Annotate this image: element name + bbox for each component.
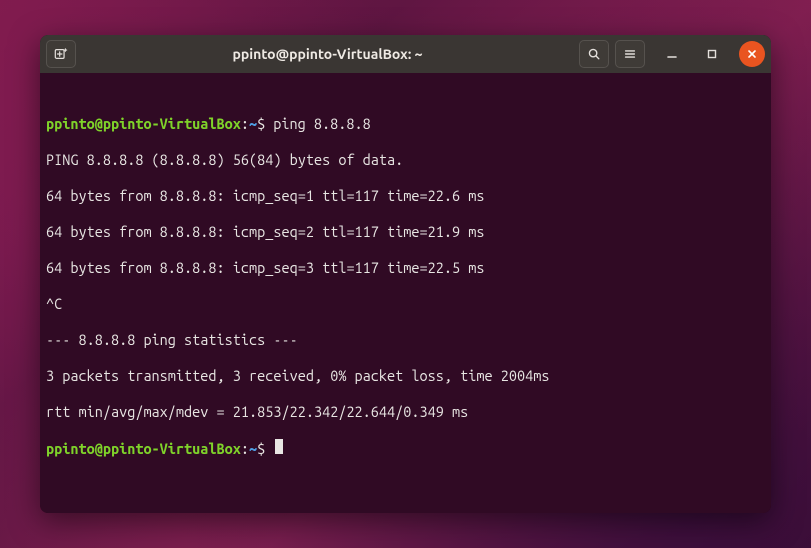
new-tab-button[interactable] [46, 40, 76, 68]
hamburger-icon [623, 47, 637, 61]
prompt-cwd: ~ [249, 115, 257, 133]
output-line: 64 bytes from 8.8.8.8: icmp_seq=2 ttl=11… [46, 223, 765, 241]
close-button[interactable] [739, 41, 765, 67]
output-line: 64 bytes from 8.8.8.8: icmp_seq=3 ttl=11… [46, 259, 765, 277]
titlebar: ppinto@ppinto-VirtualBox: ~ [40, 35, 771, 73]
prompt-cwd: ~ [249, 440, 257, 458]
prompt-line-2: ppinto@ppinto-VirtualBox:~$ [46, 439, 765, 458]
search-icon [587, 47, 601, 61]
prompt-sep: : [241, 115, 249, 133]
prompt-line-1: ppinto@ppinto-VirtualBox:~$ ping 8.8.8.8 [46, 115, 765, 133]
prompt-user-host: ppinto@ppinto-VirtualBox [46, 440, 241, 458]
menu-button[interactable] [615, 40, 645, 68]
output-line: --- 8.8.8.8 ping statistics --- [46, 331, 765, 349]
prompt-sigil: $ [257, 440, 265, 458]
prompt-sep: : [241, 440, 249, 458]
terminal-body[interactable]: ppinto@ppinto-VirtualBox:~$ ping 8.8.8.8… [40, 73, 771, 513]
close-icon [747, 49, 757, 59]
output-line: PING 8.8.8.8 (8.8.8.8) 56(84) bytes of d… [46, 151, 765, 169]
output-line: 64 bytes from 8.8.8.8: icmp_seq=1 ttl=11… [46, 187, 765, 205]
new-tab-icon [54, 47, 68, 61]
prompt-user-host: ppinto@ppinto-VirtualBox [46, 115, 241, 133]
command-text: ping 8.8.8.8 [273, 115, 370, 133]
output-line: ^C [46, 295, 765, 313]
prompt-sigil: $ [257, 115, 265, 133]
output-line: rtt min/avg/max/mdev = 21.853/22.342/22.… [46, 403, 765, 421]
window-title: ppinto@ppinto-VirtualBox: ~ [82, 46, 573, 62]
minimize-button[interactable] [659, 41, 685, 67]
maximize-button[interactable] [699, 41, 725, 67]
minimize-icon [667, 49, 677, 59]
maximize-icon [707, 49, 717, 59]
cursor [275, 439, 283, 454]
output-line: 3 packets transmitted, 3 received, 0% pa… [46, 367, 765, 385]
search-button[interactable] [579, 40, 609, 68]
terminal-window: ppinto@ppinto-VirtualBox: ~ [40, 35, 771, 513]
